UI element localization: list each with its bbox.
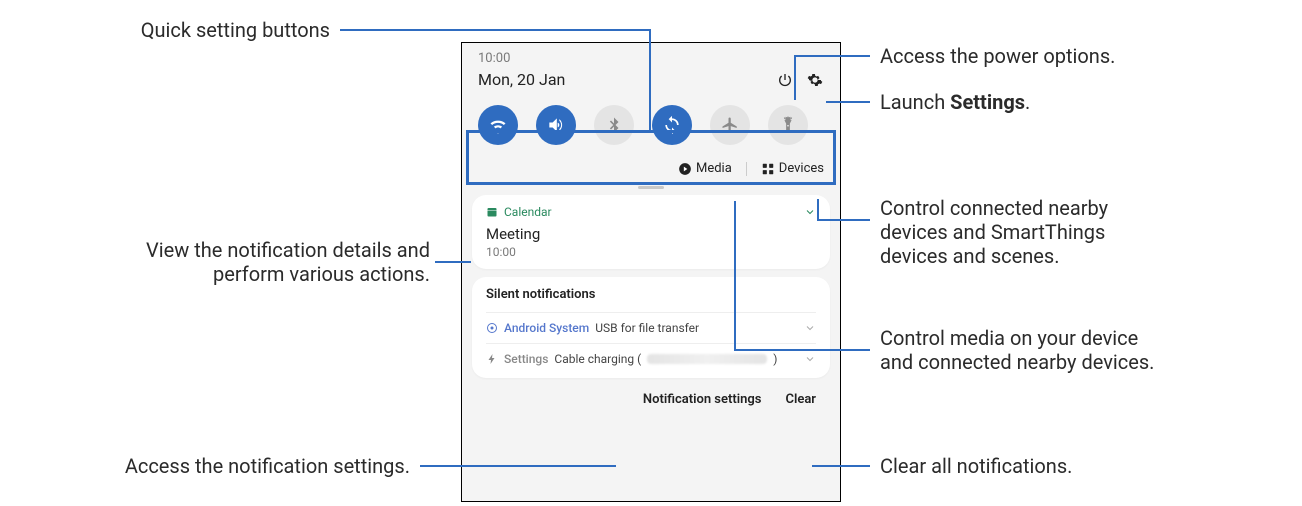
chevron-down-icon[interactable] xyxy=(804,353,816,365)
divider xyxy=(746,162,747,176)
redacted-text xyxy=(647,354,767,364)
silent-row-paren: ) xyxy=(773,352,777,366)
drag-handle[interactable] xyxy=(638,186,664,189)
notification-app: Calendar xyxy=(504,205,552,219)
play-circle-icon xyxy=(678,162,692,176)
wifi-button[interactable] xyxy=(478,105,518,145)
quick-settings-row xyxy=(462,97,840,155)
callout-quick-settings: Quick setting buttons xyxy=(50,18,330,42)
devices-button[interactable]: Devices xyxy=(761,161,824,176)
silent-row-system: Android System xyxy=(504,321,589,335)
power-icon[interactable] xyxy=(776,71,794,89)
media-devices-row: Media Devices xyxy=(462,155,840,182)
bolt-icon xyxy=(486,353,498,365)
media-button[interactable]: Media xyxy=(678,161,732,176)
status-time: 10:00 xyxy=(478,51,510,66)
notification-title: Meeting xyxy=(486,225,816,243)
silent-card: Silent notifications Android System USB … xyxy=(472,277,830,378)
media-label: Media xyxy=(696,161,732,176)
bluetooth-button[interactable] xyxy=(594,105,634,145)
silent-row-usb[interactable]: Android System USB for file transfer xyxy=(486,312,816,343)
notification-settings-button[interactable]: Notification settings xyxy=(643,392,762,407)
android-icon xyxy=(486,322,498,334)
callout-notification-settings: Access the notification settings. xyxy=(50,454,410,478)
callout-notification-details: View the notification details and perfor… xyxy=(50,238,430,286)
autorotate-button[interactable] xyxy=(652,105,692,145)
bottom-row: Notification settings Clear xyxy=(462,386,840,411)
silent-row-text: USB for file transfer xyxy=(595,321,699,335)
chevron-down-icon[interactable] xyxy=(804,206,816,218)
callout-devices: Control connected nearby devices and Sma… xyxy=(880,196,1108,268)
silent-row-text: Cable charging ( xyxy=(554,352,641,366)
status-bar: 10:00 xyxy=(462,43,840,66)
clear-button[interactable]: Clear xyxy=(785,392,816,407)
calendar-icon xyxy=(486,206,498,218)
callout-clear: Clear all notifications. xyxy=(880,454,1072,478)
phone-frame: 10:00 Mon, 20 Jan Med xyxy=(461,42,841,502)
status-date: Mon, 20 Jan xyxy=(478,70,764,89)
silent-header: Silent notifications xyxy=(486,287,816,302)
callout-settings: Launch Settings. xyxy=(880,90,1030,114)
devices-label: Devices xyxy=(779,161,824,176)
airplane-button[interactable] xyxy=(710,105,750,145)
notification-card[interactable]: Calendar Meeting 10:00 xyxy=(472,195,830,269)
callout-media: Control media on your device and connect… xyxy=(880,326,1154,374)
notification-header: Calendar xyxy=(486,205,816,219)
grid-icon xyxy=(761,162,775,176)
date-row: Mon, 20 Jan xyxy=(462,66,840,97)
silent-row-charging[interactable]: Settings Cable charging ( ) xyxy=(486,343,816,374)
chevron-down-icon[interactable] xyxy=(804,322,816,334)
flashlight-button[interactable] xyxy=(768,105,808,145)
notification-time: 10:00 xyxy=(486,245,816,259)
gear-icon[interactable] xyxy=(806,71,824,89)
callout-power: Access the power options. xyxy=(880,44,1115,68)
sound-button[interactable] xyxy=(536,105,576,145)
silent-row-system: Settings xyxy=(504,352,548,366)
